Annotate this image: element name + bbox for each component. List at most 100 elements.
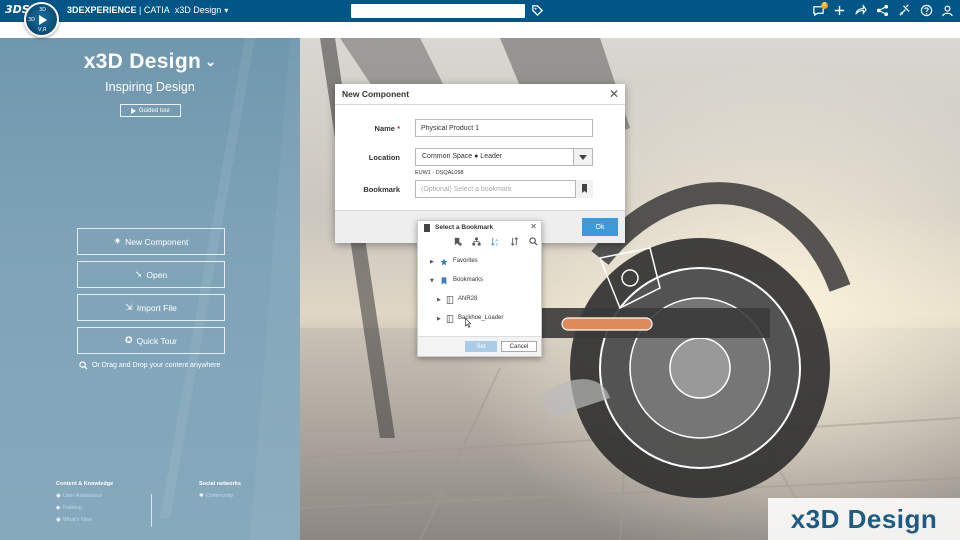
tree-item-anr28[interactable]: ▶ ANR28 xyxy=(418,293,541,308)
training-icon: ◆ xyxy=(56,505,61,511)
svg-text:Z: Z xyxy=(496,243,499,246)
guided-tour-button[interactable]: Guided tour xyxy=(120,104,181,117)
open-arrow-icon: ➘ xyxy=(134,269,143,280)
name-label: Name * xyxy=(355,124,400,133)
bookmark-label: Bookmark xyxy=(363,185,400,194)
bookmark-picker-button[interactable] xyxy=(575,180,593,198)
bookmark-input[interactable] xyxy=(415,180,593,198)
whats-new-label: What's New xyxy=(62,517,92,523)
app-title[interactable]: x3D Design ⌄ xyxy=(0,50,300,74)
welcome-panel: x3D Design ⌄ Inspiring Design Guided tour… xyxy=(0,38,300,540)
compass-left-label: 3D xyxy=(28,17,36,23)
play-icon xyxy=(39,15,47,25)
community-icon: ✱ xyxy=(199,493,204,499)
compass-button[interactable]: 3D 3D V,R xyxy=(24,2,59,37)
product-name: CATIA xyxy=(143,5,170,15)
network-icon[interactable] xyxy=(876,4,889,17)
top-bar: 3DS 3DEXPERIENCE | CATIA x3D Design ▾ 8 xyxy=(0,0,960,22)
community-label: Community xyxy=(205,493,234,499)
folder-bookmark-icon xyxy=(446,296,454,304)
tree-label: Bookmarks xyxy=(453,277,484,283)
play-icon xyxy=(130,107,136,114)
chevron-down-icon: ⌄ xyxy=(205,54,217,70)
expand-icon[interactable]: ▶ xyxy=(437,316,441,322)
search-icon[interactable] xyxy=(529,237,538,246)
new-component-button[interactable]: ✷ New Component xyxy=(77,228,225,255)
add-bookmark-icon[interactable] xyxy=(453,237,462,246)
cancel-button[interactable]: Cancel xyxy=(501,341,537,352)
ok-button[interactable]: Ok xyxy=(582,218,618,236)
app-name: x3D Design xyxy=(174,5,222,15)
folder-bookmark-icon xyxy=(446,315,454,323)
sort-alpha-icon[interactable]: AZ xyxy=(491,237,500,246)
user-assistance-label: User Assistance xyxy=(62,493,103,499)
tree-item-bookmarks[interactable]: ▼ Bookmarks xyxy=(418,274,541,289)
app-title-text: x3D Design xyxy=(83,50,202,73)
quick-tour-button[interactable]: ✪ Quick Tour xyxy=(77,327,225,354)
location-label: Location xyxy=(368,153,400,162)
app-subtitle: Inspiring Design xyxy=(105,80,195,94)
compass-bottom-label: V,R xyxy=(38,27,47,33)
ds-logo-icon: 3DS xyxy=(5,3,30,16)
expand-icon[interactable]: ▶ xyxy=(437,297,441,303)
guided-tour-label: Guided tour xyxy=(138,107,171,114)
select-bookmark-popup: Select a Bookmark ✕ AZ ▶ Favorites ▼ Boo… xyxy=(417,220,542,357)
training-link[interactable]: ◆ Training xyxy=(56,505,82,511)
import-file-label: Import File xyxy=(136,302,177,313)
mouse-cursor-icon xyxy=(465,318,471,328)
bookmark-icon xyxy=(424,224,430,232)
help-circle-icon: ◉ xyxy=(56,493,61,499)
toolbar-strip xyxy=(0,22,960,38)
collapse-icon[interactable]: ▼ xyxy=(430,278,434,284)
help-icon[interactable] xyxy=(920,4,933,17)
expand-icon[interactable]: ▶ xyxy=(430,259,434,265)
bookmark-icon xyxy=(441,277,447,285)
tree-item-backhoe-loader[interactable]: ▶ Backhoe_Loader xyxy=(418,312,541,327)
footer-divider xyxy=(151,494,152,527)
location-select[interactable]: Common Space ● Leader xyxy=(415,148,593,166)
user-assistance-link[interactable]: ◉ User Assistance xyxy=(56,493,102,499)
sort-order-icon[interactable] xyxy=(510,237,519,246)
tag-icon[interactable] xyxy=(531,4,544,17)
community-link[interactable]: ✱ Community xyxy=(199,493,233,499)
app-title-menu[interactable]: 3DEXPERIENCE | CATIA x3D Design ▾ xyxy=(67,5,228,15)
import-icon: ⇲ xyxy=(125,302,133,313)
open-label: Open xyxy=(146,269,168,280)
share-icon[interactable] xyxy=(854,4,867,17)
tree-label: ANR28 xyxy=(458,296,478,302)
required-marker: * xyxy=(397,124,400,133)
search-input[interactable] xyxy=(351,4,525,18)
name-label-text: Name xyxy=(374,124,395,133)
hierarchy-icon[interactable] xyxy=(472,237,481,246)
info-icon: ◉ xyxy=(56,517,61,523)
drag-drop-text: Or Drag and Drop your content anywhere xyxy=(92,362,221,369)
dialog-title: New Component xyxy=(342,89,410,99)
whats-new-link[interactable]: ◉ What's New xyxy=(56,517,92,523)
star-icon xyxy=(440,258,448,266)
chevron-down-icon: ▾ xyxy=(224,6,229,15)
name-input[interactable] xyxy=(415,119,593,137)
tree-label: Favorites xyxy=(453,258,478,264)
tree-item-favorites[interactable]: ▶ Favorites xyxy=(418,255,541,270)
close-icon[interactable]: ✕ xyxy=(609,87,619,101)
social-networks-heading: Social networks xyxy=(199,481,241,487)
drag-drop-icon xyxy=(79,361,88,370)
import-file-button[interactable]: ⇲ Import File xyxy=(77,294,225,321)
notification-badge: 8 xyxy=(821,2,828,9)
title-separator: | xyxy=(136,5,144,15)
open-button[interactable]: ➘ Open xyxy=(77,261,225,288)
set-button[interactable]: Set xyxy=(465,341,497,352)
dialog-header: New Component ✕ xyxy=(335,84,625,105)
location-hint: EUW1 - DSQAL098 xyxy=(415,170,464,176)
graduation-icon: ✪ xyxy=(124,335,133,346)
location-value: Common Space ● Leader xyxy=(422,153,503,160)
chevron-down-icon[interactable] xyxy=(573,149,592,165)
brand-name: 3DEXPERIENCE xyxy=(67,5,137,15)
tools-icon[interactable] xyxy=(898,4,911,17)
close-icon[interactable]: ✕ xyxy=(530,222,537,231)
training-label: Training xyxy=(62,505,82,511)
plus-icon[interactable] xyxy=(833,4,846,17)
bookmark-icon xyxy=(582,184,587,193)
content-knowledge-heading: Content & Knowledge xyxy=(56,481,114,487)
user-icon[interactable] xyxy=(941,4,954,17)
